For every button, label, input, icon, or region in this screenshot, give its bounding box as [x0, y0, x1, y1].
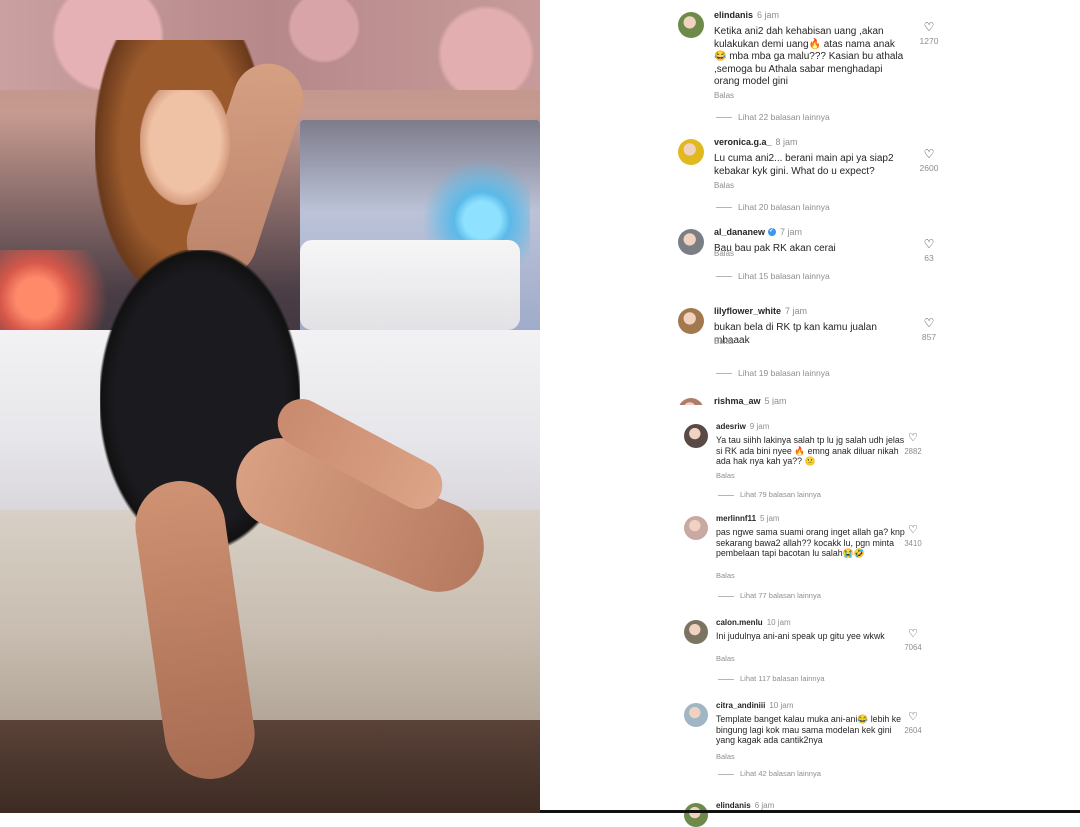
- comment-username[interactable]: veronica.g.a_ 8 jam: [714, 137, 798, 147]
- like-count: 857: [921, 332, 937, 342]
- username-text[interactable]: elindanis: [716, 801, 751, 810]
- like-count: 3410: [904, 539, 922, 548]
- view-replies-link[interactable]: Lihat 15 balasan lainnya: [716, 271, 830, 281]
- avatar[interactable]: [678, 12, 704, 38]
- username-text[interactable]: al_dananew: [714, 227, 765, 237]
- heart-icon[interactable]: ♡: [906, 431, 920, 445]
- view-replies-link[interactable]: Lihat 19 balasan lainnya: [716, 368, 830, 378]
- reply-button[interactable]: Balas: [714, 337, 734, 346]
- comments-panel-top: elindanis 6 jam Ketika ani2 dah kehabisan …: [668, 0, 950, 424]
- comment-text: Ya tau siihh lakinya salah tp lu jg sala…: [716, 435, 905, 467]
- avatar[interactable]: [684, 516, 708, 540]
- avatar[interactable]: [678, 308, 704, 334]
- view-replies-link[interactable]: Lihat 77 balasan lainnya: [718, 591, 821, 600]
- like-count: 63: [924, 253, 934, 263]
- comment-time: 6 jam: [757, 10, 780, 20]
- comment-username[interactable]: citra_andiniii 10 jam: [716, 701, 793, 710]
- username-text[interactable]: elindanis: [714, 10, 753, 20]
- floor: [0, 720, 540, 813]
- view-replies-link[interactable]: Lihat 42 balasan lainnya: [718, 769, 821, 778]
- reply-button[interactable]: Balas: [716, 571, 735, 580]
- avatar[interactable]: [678, 139, 704, 165]
- reply-button[interactable]: Balas: [714, 181, 734, 190]
- comments-panel-bottom: adesriw 9 jam Ya tau siihh lakinya salah t…: [674, 405, 932, 827]
- view-replies-link[interactable]: Lihat 22 balasan lainnya: [716, 112, 830, 122]
- comment-time: 7 jam: [785, 306, 808, 316]
- comment-username[interactable]: lilyflower_white 7 jam: [714, 306, 807, 316]
- comment-username[interactable]: elindanis 6 jam: [714, 10, 779, 20]
- username-text[interactable]: veronica.g.a_: [714, 137, 772, 147]
- comment-text: Ketika ani2 dah kehabisan uang ,akan kul…: [714, 26, 904, 88]
- heart-icon[interactable]: ♡: [922, 147, 936, 161]
- heart-icon[interactable]: ♡: [906, 523, 920, 537]
- comment-time: 10 jam: [766, 618, 791, 627]
- avatar[interactable]: [684, 620, 708, 644]
- avatar[interactable]: [684, 424, 708, 448]
- comment-username[interactable]: merlinnf11 5 jam: [716, 514, 780, 523]
- username-text[interactable]: adesriw: [716, 422, 746, 431]
- comment-text: pas ngwe sama suami orang inget allah ga…: [716, 527, 905, 559]
- heart-icon[interactable]: ♡: [906, 710, 920, 724]
- comment-username[interactable]: al_dananew 7 jam: [714, 227, 802, 237]
- comment-username[interactable]: elindanis 6 jam: [716, 801, 774, 810]
- comment-time: 8 jam: [775, 137, 798, 147]
- avatar[interactable]: [684, 703, 708, 727]
- post-photo: [0, 0, 540, 813]
- heart-icon[interactable]: ♡: [922, 20, 936, 34]
- comment-username[interactable]: adesriw 9 jam: [716, 422, 769, 431]
- comment-time: 6 jam: [754, 801, 775, 810]
- username-text[interactable]: merlinnf11: [716, 514, 756, 523]
- username-text[interactable]: citra_andiniii: [716, 701, 765, 710]
- username-text[interactable]: calon.menlu: [716, 618, 763, 627]
- view-replies-link[interactable]: Lihat 79 balasan lainnya: [718, 490, 821, 499]
- heart-icon[interactable]: ♡: [922, 237, 936, 251]
- like-count: 1270: [919, 36, 939, 46]
- reply-button[interactable]: Balas: [716, 752, 735, 761]
- verified-badge-icon: [768, 227, 777, 236]
- heart-icon[interactable]: ♡: [922, 316, 936, 330]
- reply-button[interactable]: Balas: [714, 91, 734, 100]
- reply-button[interactable]: Balas: [714, 249, 734, 258]
- heart-icon[interactable]: ♡: [906, 627, 920, 641]
- comment-text: bukan bela di RK tp kan kamu jualan mbaa…: [714, 322, 877, 346]
- like-count: 2604: [904, 726, 922, 735]
- view-replies-link[interactable]: Lihat 117 balasan lainnya: [718, 674, 825, 683]
- avatar[interactable]: [684, 803, 708, 827]
- comment-text: Template banget kalau muka ani-ani😂 lebi…: [716, 714, 902, 746]
- like-count: 2882: [904, 447, 922, 456]
- comment-time: 5 jam: [760, 514, 780, 523]
- comment-time: 7 jam: [780, 227, 803, 237]
- pillow: [300, 240, 520, 330]
- reply-button[interactable]: Balas: [716, 471, 735, 480]
- comment-text: Lu cuma ani2... berani main api ya siap2…: [714, 153, 894, 177]
- avatar[interactable]: [678, 229, 704, 255]
- like-count: 7064: [904, 643, 922, 652]
- like-count: 2600: [919, 163, 939, 173]
- comment-time: 9 jam: [749, 422, 770, 431]
- face: [140, 90, 230, 205]
- comment-text: Ini judulnya ani-ani speak up gitu yee w…: [716, 631, 885, 641]
- comment-time: 10 jam: [769, 701, 794, 710]
- reply-button[interactable]: Balas: [716, 654, 735, 663]
- view-replies-link[interactable]: Lihat 20 balasan lainnya: [716, 202, 830, 212]
- comment-text: Bau bau pak RK akan cerai: [714, 243, 836, 254]
- username-text[interactable]: lilyflower_white: [714, 306, 781, 316]
- comment-username[interactable]: calon.menlu 10 jam: [716, 618, 791, 627]
